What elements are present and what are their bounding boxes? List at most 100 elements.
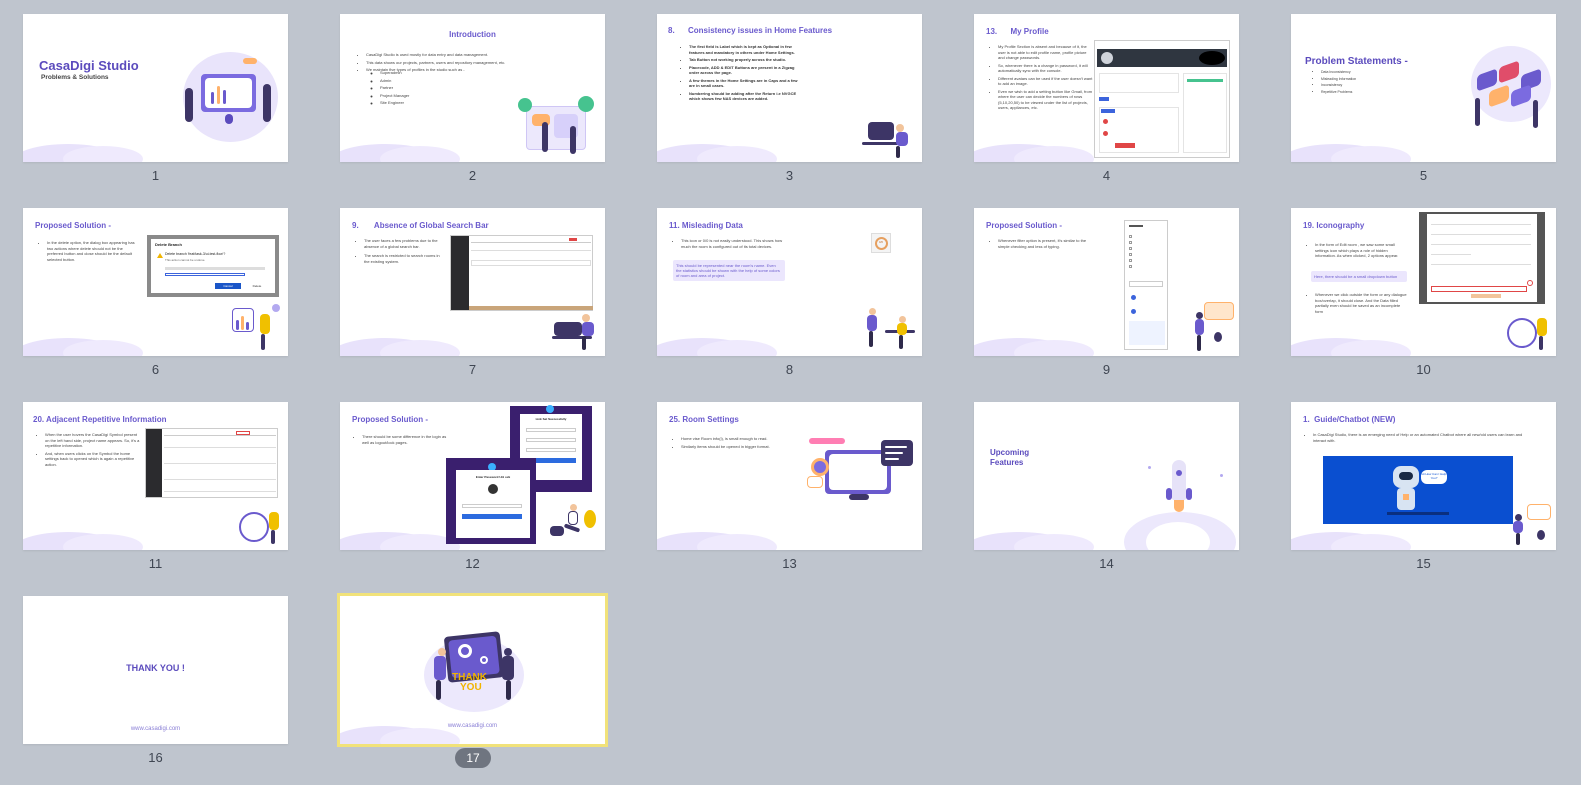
slide-number: 8 — [785, 362, 794, 377]
slide-thumbnail-selected[interactable]: THANK YOU www.casadigi.com — [337, 593, 608, 747]
bullet: The search is restricted to search rooms… — [364, 253, 442, 264]
slide-number: 15 — [1416, 556, 1431, 571]
slide-thumbnail[interactable]: THANK YOU ! www.casadigi.com — [23, 596, 288, 744]
team-illustration — [518, 96, 598, 158]
slide-thumbnail[interactable]: 13. My Profile My Profile Section is abs… — [974, 14, 1239, 162]
slide-title: Proposed Solution - — [35, 221, 111, 230]
slide-number: 3 — [785, 168, 794, 183]
slide-number: 11 — [148, 556, 163, 571]
slide-title: 8. Consistency issues in Home Features — [668, 26, 833, 35]
bullet: This icon or 0/0 is not easily understoo… — [681, 238, 785, 249]
slide-title: 1. Guide/Chatbot (NEW) — [1303, 415, 1396, 424]
slide-thumbnail[interactable]: Upcoming Features — [974, 402, 1239, 550]
slide-thumbnail[interactable]: 8. Consistency issues in Home Features T… — [657, 14, 922, 162]
puzzle-illustration — [1463, 42, 1553, 132]
profile-screenshot — [1094, 40, 1230, 158]
rocket-illustration — [1124, 452, 1236, 550]
slide-title: Upcoming — [990, 448, 1030, 457]
slide-thumbnail[interactable]: 9. Absence of Global Search Bar The user… — [340, 208, 605, 356]
thank-you-illustration — [420, 622, 530, 714]
slide-cell[interactable]: Upcoming Features 14 — [974, 402, 1239, 596]
dialog-subtext: This action cannot be undone. — [165, 258, 206, 262]
highlight-note: Here, there should be a small dropdown b… — [1311, 271, 1407, 282]
slide-title: Proposed Solution - — [986, 221, 1062, 230]
slide-cell[interactable]: Proposed Solution - Whenever filter opti… — [974, 208, 1239, 402]
slide-title: THANK YOU ! — [126, 663, 185, 673]
delete-button[interactable]: Delete — [245, 283, 269, 289]
badge-text: 0/0 — [878, 240, 884, 244]
slide-cell[interactable]: 19. Iconography In the form of Edit room… — [1291, 208, 1556, 402]
slide-cell[interactable]: Proposed Solution - There should be some… — [340, 402, 605, 596]
sub-bullet: Site Engineer — [380, 100, 480, 106]
app-screenshot — [145, 428, 278, 498]
slide-title: 13. My Profile — [986, 27, 1049, 36]
warning-icon — [157, 253, 163, 258]
bullet: Even we wish to add a setting button lik… — [998, 89, 1094, 111]
slide-number: 7 — [468, 362, 477, 377]
slide-cell[interactable]: Introduction CasaDigi Studio is used mos… — [340, 14, 605, 208]
bullet: Home vise Room info(i), is small enough … — [681, 436, 781, 442]
slide-title: 9. Absence of Global Search Bar — [352, 221, 489, 230]
slide-cell[interactable]: THANK YOU ! www.casadigi.com 16 — [23, 596, 288, 785]
slide-number: 5 — [1419, 168, 1428, 183]
slide-thumbnail[interactable]: 20. Adjacent Repetitive Information When… — [23, 402, 288, 550]
slide-number: 4 — [1102, 168, 1111, 183]
slide-thumbnail[interactable]: Introduction CasaDigi Studio is used mos… — [340, 14, 605, 162]
dashboard-illustration — [805, 436, 917, 510]
bullet: Misleading Information — [1321, 77, 1401, 82]
slide-thumbnail[interactable]: 1. Guide/Chatbot (NEW) In CasaDigi Studi… — [1291, 402, 1556, 550]
slide-title: 11. Misleading Data — [669, 221, 743, 230]
slide-number-selected: 17 — [455, 748, 491, 768]
bullet: Inconsistency — [1321, 83, 1401, 88]
slide-cell[interactable]: 11. Misleading Data This icon or 0/0 is … — [657, 208, 922, 402]
slide-title: 20. Adjacent Repetitive Information — [33, 415, 167, 424]
slide-cell[interactable]: CasaDigi Studio Problems & Solutions 1 — [23, 14, 288, 208]
sub-bullet: Partner — [380, 85, 480, 91]
card-title: Enter Password Unl ock — [475, 475, 511, 479]
slide-cell[interactable]: Problem Statements - Data Inconsistency … — [1291, 14, 1556, 208]
room-status-badge: 0/0 — [871, 233, 891, 253]
slide-cell[interactable]: 20. Adjacent Repetitive Information When… — [23, 402, 288, 596]
slide-thumbnail[interactable]: 11. Misleading Data This icon or 0/0 is … — [657, 208, 922, 356]
slide-number: 13 — [782, 556, 797, 571]
slide-thumbnail[interactable]: 19. Iconography In the form of Edit room… — [1291, 208, 1556, 356]
slide-cell[interactable]: 25. Room Settings Home vise Room info(i)… — [657, 402, 922, 596]
slide-sorter-grid: CasaDigi Studio Problems & Solutions 1 I… — [23, 14, 1556, 785]
slide-thumbnail[interactable]: 25. Room Settings Home vise Room info(i)… — [657, 402, 922, 550]
bullet: Numbering should be adding after the Ret… — [689, 91, 799, 102]
clock-illustration — [239, 506, 287, 548]
presenter-illustration — [228, 304, 283, 354]
laptop-worker-illustration — [552, 312, 602, 354]
slide-cell[interactable]: 13. My Profile My Profile Section is abs… — [974, 14, 1239, 208]
bullet: There should be some difference in the l… — [362, 434, 452, 445]
website-url[interactable]: www.casadigi.com — [23, 726, 288, 732]
slide-thumbnail[interactable]: Problem Statements - Data Inconsistency … — [1291, 14, 1556, 162]
slide-title: Problem Statements - — [1305, 56, 1408, 67]
cancel-button[interactable]: Cancel — [215, 283, 241, 289]
slide-number: 16 — [148, 750, 163, 765]
you-text: YOU — [460, 682, 482, 693]
slide-cell[interactable]: 1. Guide/Chatbot (NEW) In CasaDigi Studi… — [1291, 402, 1556, 596]
slide-title: Introduction — [449, 30, 496, 39]
bullet: My Profile Section is absent and because… — [998, 44, 1094, 61]
slide-title-line2: Features — [990, 458, 1024, 467]
slide-thumbnail[interactable]: Proposed Solution - In the delete option… — [23, 208, 288, 356]
slide-thumbnail[interactable]: Proposed Solution - There should be some… — [340, 402, 605, 550]
slide-cell-selected[interactable]: THANK YOU www.casadigi.com 17 — [337, 593, 608, 785]
dialog-question: Delete branch 'feat/task-3/ui-test-flow'… — [165, 252, 226, 256]
bullet: CasaDigi Studio is used mostly for data … — [366, 52, 566, 58]
slide-thumbnail[interactable]: CasaDigi Studio Problems & Solutions — [23, 14, 288, 162]
highlight-note: This should be represented near the room… — [673, 260, 785, 281]
bullet: Placecode, ADD & EDIT Buttons are presen… — [689, 65, 799, 76]
slide-number: 6 — [151, 362, 160, 377]
bullet: This data shows our projects, partners, … — [366, 60, 566, 66]
slide-number: 2 — [468, 168, 477, 183]
website-url[interactable]: www.casadigi.com — [340, 723, 605, 729]
slide-cell[interactable]: 8. Consistency issues in Home Features T… — [657, 14, 922, 208]
slide-cell[interactable]: 9. Absence of Global Search Bar The user… — [340, 208, 605, 402]
slide-cell[interactable]: Proposed Solution - In the delete option… — [23, 208, 288, 402]
filter-panel-screenshot — [1124, 220, 1168, 350]
clock-illustration — [1507, 312, 1555, 354]
slide-thumbnail[interactable]: Proposed Solution - Whenever filter opti… — [974, 208, 1239, 356]
card-title: Link Set Successfully — [535, 417, 567, 421]
